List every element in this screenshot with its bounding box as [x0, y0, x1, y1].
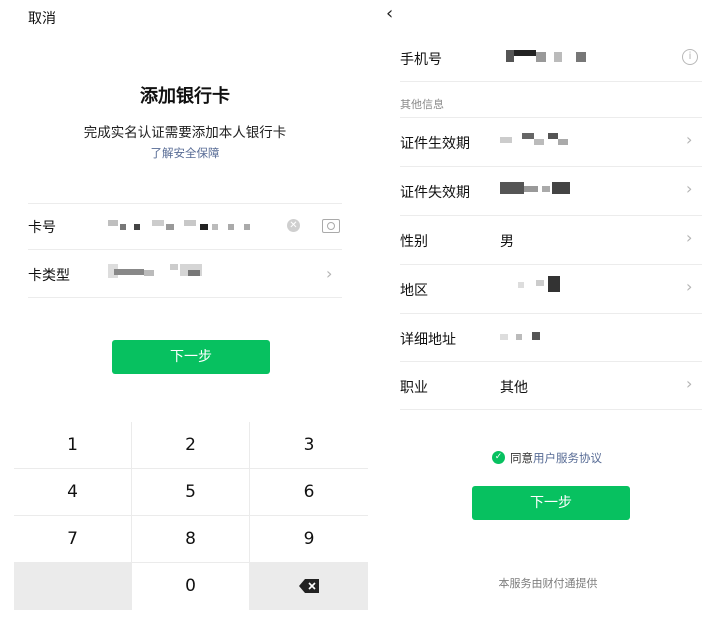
clear-icon[interactable]: ✕ — [287, 219, 300, 232]
agreement-text: 同意用户服务协议 — [510, 450, 602, 466]
key-6[interactable]: 6 — [250, 469, 368, 515]
key-5[interactable]: 5 — [132, 469, 249, 515]
divider — [400, 361, 702, 362]
key-8[interactable]: 8 — [132, 516, 249, 562]
divider — [28, 203, 342, 204]
chevron-right-icon: › — [686, 130, 693, 149]
key-0[interactable]: 0 — [132, 563, 249, 610]
key-7[interactable]: 7 — [14, 516, 131, 562]
region-label: 地区 — [400, 283, 428, 299]
card-type-label: 卡类型 — [28, 268, 70, 284]
card-number-input[interactable] — [108, 220, 258, 234]
gender-value[interactable]: 男 — [500, 231, 514, 251]
chevron-left-icon[interactable]: ‹ — [386, 3, 393, 24]
address-value[interactable] — [500, 332, 560, 342]
valid-from-value[interactable] — [500, 133, 580, 149]
address-label: 详细地址 — [400, 332, 456, 348]
chevron-right-icon: › — [686, 228, 693, 247]
divider — [400, 313, 702, 314]
add-bank-card-screen: 取消 添加银行卡 完成实名认证需要添加本人银行卡 了解安全保障 卡号 ✕ 卡类型… — [0, 0, 370, 624]
info-icon[interactable]: i — [682, 49, 698, 65]
phone-value — [506, 48, 606, 64]
gender-label: 性别 — [400, 234, 428, 250]
chevron-right-icon: › — [686, 277, 693, 296]
backspace-key[interactable] — [250, 563, 368, 610]
user-agreement-link[interactable]: 用户服务协议 — [533, 451, 602, 465]
key-9[interactable]: 9 — [250, 516, 368, 562]
next-button[interactable]: 下一步 — [112, 340, 270, 374]
valid-from-label: 证件生效期 — [400, 136, 470, 152]
chevron-right-icon: › — [686, 179, 693, 198]
key-4[interactable]: 4 — [14, 469, 131, 515]
valid-to-label: 证件失效期 — [400, 185, 470, 201]
footer-note: 本服务由财付通提供 — [498, 577, 598, 590]
next-button[interactable]: 下一步 — [472, 486, 630, 520]
occupation-value[interactable]: 其他 — [500, 377, 528, 397]
divider — [400, 166, 702, 167]
key-3[interactable]: 3 — [250, 422, 368, 468]
agreement-prefix: 同意 — [510, 451, 533, 465]
chevron-right-icon: › — [686, 374, 693, 393]
key-2[interactable]: 2 — [132, 422, 249, 468]
divider — [400, 264, 702, 265]
chevron-right-icon: › — [326, 264, 333, 283]
numeric-keypad: 1 2 3 4 5 6 7 8 9 0 — [14, 422, 368, 610]
divider — [400, 215, 702, 216]
divider — [28, 249, 342, 250]
valid-to-value[interactable] — [500, 182, 580, 198]
backspace-icon — [299, 579, 319, 593]
section-label: 其他信息 — [400, 98, 444, 111]
card-number-label: 卡号 — [28, 220, 56, 236]
page-title: 添加银行卡 — [140, 86, 230, 107]
occupation-label: 职业 — [400, 380, 428, 396]
divider — [400, 409, 702, 410]
camera-icon[interactable] — [322, 219, 340, 233]
learn-security-link[interactable]: 了解安全保障 — [0, 145, 370, 161]
key-1[interactable]: 1 — [14, 422, 131, 468]
divider — [400, 117, 702, 118]
key-empty — [14, 563, 131, 610]
page-subtitle: 完成实名认证需要添加本人银行卡 — [83, 125, 287, 141]
divider — [400, 81, 702, 82]
region-value[interactable] — [500, 276, 570, 294]
divider — [28, 297, 342, 298]
check-circle-icon[interactable]: ✓ — [492, 451, 505, 464]
personal-info-screen: ‹ 手机号 i 其他信息 证件生效期 › 证件失效期 › 性别 男 › 地区 ›… — [380, 0, 716, 624]
phone-label: 手机号 — [400, 52, 442, 68]
cancel-button[interactable]: 取消 — [28, 8, 56, 28]
card-type-value[interactable] — [108, 264, 218, 280]
